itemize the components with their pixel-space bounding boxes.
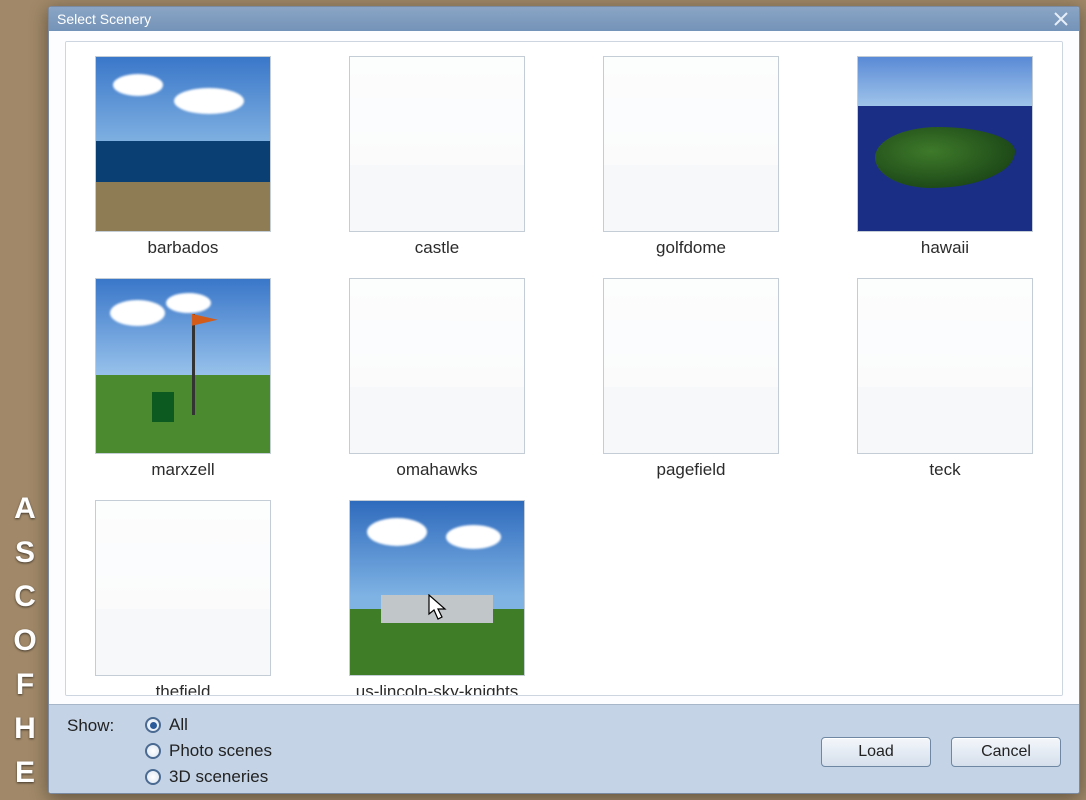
scenery-caption: thefield xyxy=(156,682,211,696)
filter-radio-group: All Photo scenes 3D sceneries xyxy=(145,715,272,787)
scenery-item-us-lincoln-sky-knights[interactable]: us-lincoln-sky-knights xyxy=(330,500,544,696)
filter-option-label: 3D sceneries xyxy=(169,767,268,787)
scenery-item-marxzell[interactable]: marxzell xyxy=(76,278,290,480)
scenery-caption: pagefield xyxy=(656,460,725,480)
scenery-caption: marxzell xyxy=(151,460,214,480)
scenery-item-teck[interactable]: teck xyxy=(838,278,1052,480)
dialog-titlebar: Select Scenery xyxy=(49,7,1079,31)
cancel-button[interactable]: Cancel xyxy=(951,737,1061,767)
load-button[interactable]: Load xyxy=(821,737,931,767)
bg-letter: O xyxy=(0,624,50,658)
bg-letter: C xyxy=(0,580,50,614)
radio-icon xyxy=(145,743,161,759)
filter-option-label: Photo scenes xyxy=(169,741,272,761)
scenery-item-golfdome[interactable]: golfdome xyxy=(584,56,798,258)
scenery-thumbnail xyxy=(95,500,271,676)
scenery-caption: castle xyxy=(415,238,459,258)
dialog-title: Select Scenery xyxy=(57,7,151,31)
scenery-item-barbados[interactable]: barbados xyxy=(76,56,290,258)
scenery-thumbnail xyxy=(857,56,1033,232)
scenery-caption: hawaii xyxy=(921,238,969,258)
bg-letter: S xyxy=(0,536,50,570)
bg-letter: E xyxy=(0,756,50,790)
filter-option-photo-scenes[interactable]: Photo scenes xyxy=(145,741,272,761)
scenery-caption: omahawks xyxy=(396,460,477,480)
scenery-caption: us-lincoln-sky-knights xyxy=(356,682,519,696)
scenery-thumbnail xyxy=(95,56,271,232)
filter-option-all[interactable]: All xyxy=(145,715,272,735)
close-icon[interactable] xyxy=(1051,9,1071,29)
scenery-thumbnail xyxy=(349,278,525,454)
filter-label: Show: xyxy=(67,715,145,736)
scenery-thumbnail xyxy=(603,56,779,232)
scenery-caption: golfdome xyxy=(656,238,726,258)
scenery-caption: barbados xyxy=(148,238,219,258)
scenery-thumbnail xyxy=(95,278,271,454)
filter-option-label: All xyxy=(169,715,188,735)
bg-letter: H xyxy=(0,712,50,746)
scenery-thumbnail xyxy=(603,278,779,454)
scenery-caption: teck xyxy=(929,460,960,480)
scenery-thumbnail xyxy=(349,500,525,676)
filter-option-3d-sceneries[interactable]: 3D sceneries xyxy=(145,767,272,787)
radio-icon xyxy=(145,769,161,785)
scenery-thumbnail xyxy=(349,56,525,232)
scenery-item-pagefield[interactable]: pagefield xyxy=(584,278,798,480)
scenery-grid-container: barbados castle golfdome hawaii marxzell omah… xyxy=(65,41,1063,696)
dialog-button-row: Load Cancel xyxy=(821,715,1061,767)
scenery-thumbnail xyxy=(857,278,1033,454)
background-menu-strip: ASCOFHE xyxy=(0,0,50,800)
select-scenery-dialog: Select Scenery barbados castle golfdome haw… xyxy=(48,6,1080,794)
dialog-bottom-bar: Show: All Photo scenes 3D sceneries Load C… xyxy=(49,704,1079,793)
scenery-item-hawaii[interactable]: hawaii xyxy=(838,56,1052,258)
scenery-grid: barbados castle golfdome hawaii marxzell omah… xyxy=(76,56,1052,696)
filter-block: Show: All Photo scenes 3D sceneries xyxy=(67,715,272,787)
scenery-item-omahawks[interactable]: omahawks xyxy=(330,278,544,480)
bg-letter: A xyxy=(0,492,50,526)
scenery-item-thefield[interactable]: thefield xyxy=(76,500,290,696)
radio-icon xyxy=(145,717,161,733)
bg-letter: F xyxy=(0,668,50,702)
scenery-item-castle[interactable]: castle xyxy=(330,56,544,258)
